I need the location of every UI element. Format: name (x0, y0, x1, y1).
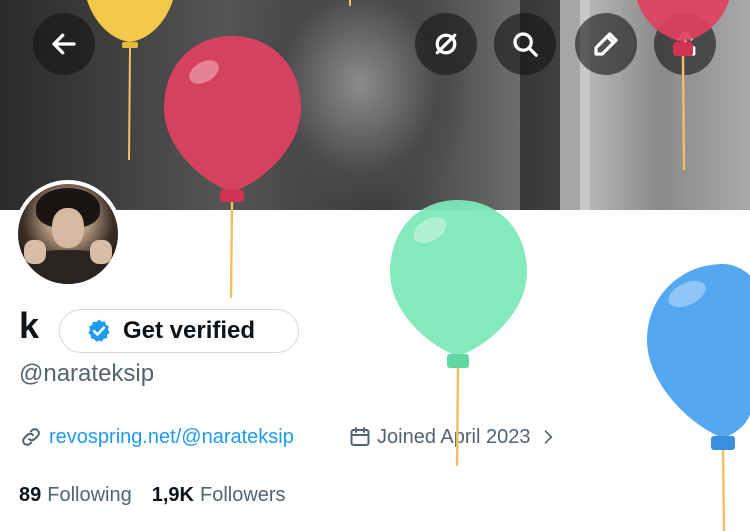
search-button[interactable] (494, 13, 556, 75)
followers-count[interactable]: 1,9K (152, 481, 194, 509)
link-icon (22, 428, 40, 446)
profile-name: k (19, 305, 40, 346)
share-icon (674, 31, 696, 56)
chevron-right-icon (545, 430, 553, 444)
followers-label[interactable]: Followers (200, 481, 286, 509)
website-link[interactable]: revospring.net/@narateksip (19, 423, 294, 451)
website-text: revospring.net/@narateksip (49, 426, 294, 448)
edit-button[interactable] (575, 13, 637, 75)
following-label[interactable]: Following (47, 481, 131, 509)
avatar-image (18, 184, 118, 284)
sync-slash-icon (435, 33, 457, 55)
back-arrow-icon (52, 33, 76, 55)
follow-stats: 89 Following 1,9K Followers (19, 481, 306, 509)
joined-date[interactable]: Joined April 2023 (348, 423, 558, 451)
following-count[interactable]: 89 (19, 481, 41, 509)
calendar-icon (350, 427, 370, 446)
balloon-blue (647, 264, 750, 531)
joined-text: Joined April 2023 (377, 426, 531, 448)
search-icon (513, 32, 538, 57)
share-button[interactable] (654, 13, 716, 75)
get-verified-label: Get verified (123, 317, 256, 344)
back-button[interactable] (33, 13, 95, 75)
verified-badge-icon (88, 319, 110, 342)
header-banner[interactable] (0, 0, 750, 210)
sync-button[interactable] (415, 13, 477, 75)
profile-handle: @narateksip (19, 360, 155, 387)
edit-pencil-icon (594, 32, 618, 56)
get-verified-button[interactable]: Get verified (59, 309, 299, 353)
avatar[interactable] (14, 180, 122, 288)
